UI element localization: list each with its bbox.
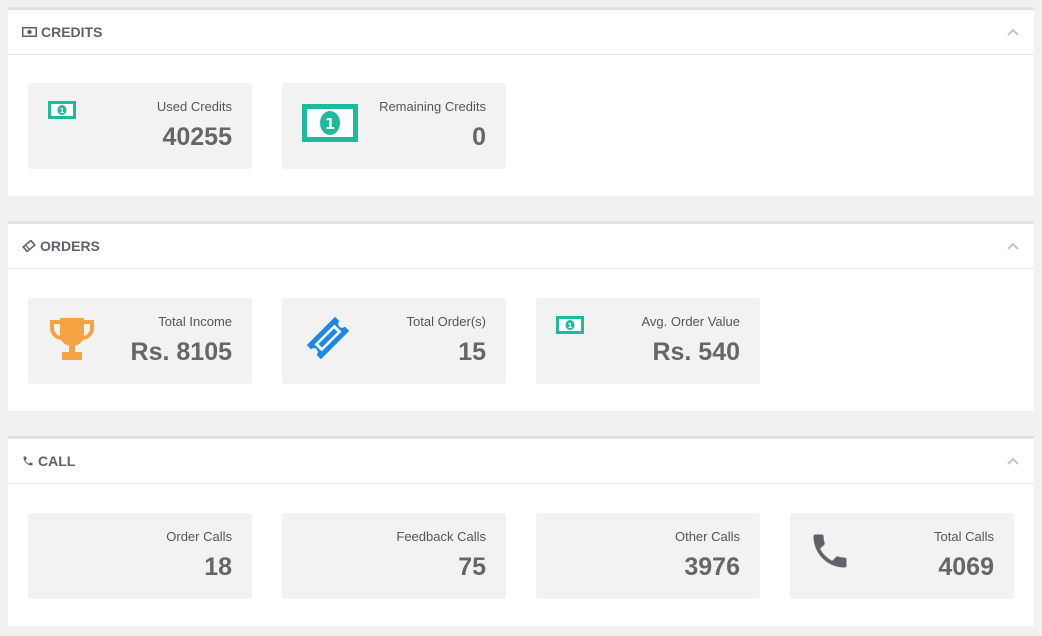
total-orders-label: Total Order(s) (406, 314, 486, 329)
phone-icon (22, 455, 34, 467)
remaining-credits-card: 1 Remaining Credits 0 (282, 83, 506, 169)
money-icon: 1 (48, 101, 76, 124)
call-panel-title: CALL (22, 453, 75, 469)
ticket-icon (300, 310, 356, 371)
money-icon: 1 (556, 316, 584, 339)
money-icon (22, 27, 37, 37)
orders-panel-title: ORDERS (22, 238, 100, 254)
total-orders-card: Total Order(s) 15 (282, 298, 506, 384)
order-calls-value: 18 (204, 553, 232, 581)
credits-panel-header: CREDITS (8, 10, 1034, 55)
chevron-up-icon (1007, 457, 1019, 465)
collapse-call-button[interactable] (1006, 454, 1020, 468)
ticket-icon (22, 240, 36, 252)
chevron-up-icon (1007, 28, 1019, 36)
total-orders-value: 15 (458, 338, 486, 366)
credits-title-text: CREDITS (41, 24, 103, 40)
svg-text:1: 1 (568, 322, 573, 330)
total-calls-card: Total Calls 4069 (790, 513, 1014, 599)
total-income-value: Rs. 8105 (130, 338, 232, 366)
feedback-calls-card: Feedback Calls 75 (282, 513, 506, 599)
credits-panel-title: CREDITS (22, 24, 102, 40)
remaining-credits-value: 0 (472, 123, 486, 151)
credits-panel: CREDITS 1 Used Credits 40255 1 Remaining… (8, 7, 1034, 196)
feedback-calls-value: 75 (458, 553, 486, 581)
total-income-card: Total Income Rs. 8105 (28, 298, 252, 384)
other-calls-value: 3976 (684, 553, 740, 581)
remaining-credits-label: Remaining Credits (379, 99, 486, 114)
used-credits-label: Used Credits (156, 99, 232, 114)
trophy-icon (48, 316, 96, 367)
svg-text:1: 1 (325, 115, 335, 133)
collapse-credits-button[interactable] (1006, 25, 1020, 39)
orders-panel: ORDERS Total Income Rs. 8105 Total Order… (8, 221, 1034, 411)
call-panel-header: CALL (8, 439, 1034, 484)
orders-panel-header: ORDERS (8, 224, 1034, 269)
total-income-label: Total Income (158, 314, 232, 329)
phone-icon (808, 529, 852, 578)
order-calls-label: Order Calls (166, 529, 232, 544)
call-panel: CALL Order Calls 18 Feedback Calls 75 Ot… (8, 436, 1034, 626)
avg-order-value-card: 1 Avg. Order Value Rs. 540 (536, 298, 760, 384)
avg-order-value-value: Rs. 540 (652, 338, 740, 366)
money-icon: 1 (302, 104, 358, 147)
orders-title-text: ORDERS (40, 238, 100, 254)
order-calls-card: Order Calls 18 (28, 513, 252, 599)
call-title-text: CALL (38, 453, 76, 469)
total-calls-label: Total Calls (934, 529, 994, 544)
other-calls-label: Other Calls (674, 529, 740, 544)
other-calls-card: Other Calls 3976 (536, 513, 760, 599)
avg-order-value-label: Avg. Order Value (641, 314, 740, 329)
used-credits-card: 1 Used Credits 40255 (28, 83, 252, 169)
feedback-calls-label: Feedback Calls (396, 529, 486, 544)
total-calls-value: 4069 (938, 553, 994, 581)
chevron-up-icon (1007, 242, 1019, 250)
used-credits-value: 40255 (162, 123, 232, 151)
collapse-orders-button[interactable] (1006, 239, 1020, 253)
svg-text:1: 1 (60, 107, 65, 115)
